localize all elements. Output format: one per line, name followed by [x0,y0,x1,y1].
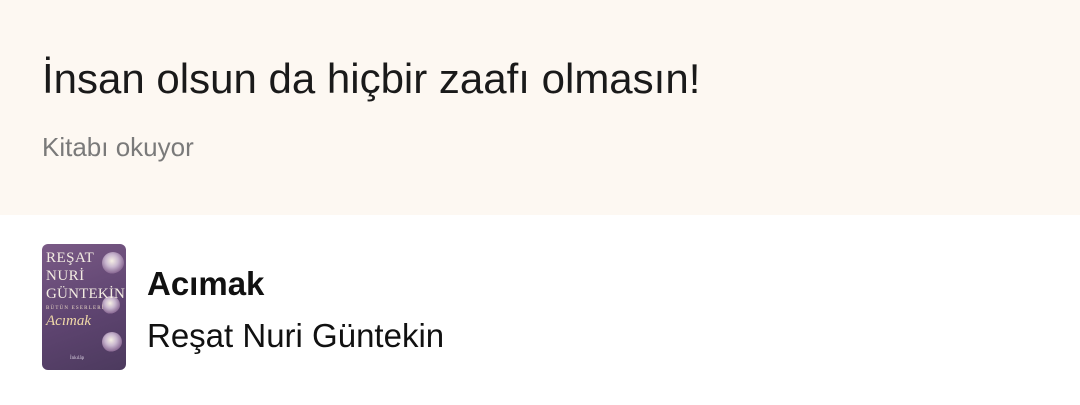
flower-decoration-icon [102,332,122,352]
reading-status: Kitabı okuyor [42,132,194,162]
cover-author-line: GÜNTEKİN [46,286,126,302]
book-title[interactable]: Acımak [147,264,264,304]
cover-author-line: NURİ [46,268,85,284]
book-item[interactable]: REŞAT NURİ GÜNTEKİN BÜTÜN ESERLERİ Acıma… [0,215,1080,405]
quote-card[interactable]: İnsan olsun da hiçbir zaafı olmasın! Kit… [0,0,1080,215]
quote-text: İnsan olsun da hiçbir zaafı olmasın! [42,55,701,102]
cover-publisher: İnkılâp [70,356,85,361]
cover-title: Acımak [46,313,91,329]
book-author[interactable]: Reşat Nuri Güntekin [147,316,444,356]
book-cover[interactable]: REŞAT NURİ GÜNTEKİN BÜTÜN ESERLERİ Acıma… [42,244,126,370]
cover-author-line: REŞAT [46,250,95,266]
flower-decoration-icon [102,252,124,274]
